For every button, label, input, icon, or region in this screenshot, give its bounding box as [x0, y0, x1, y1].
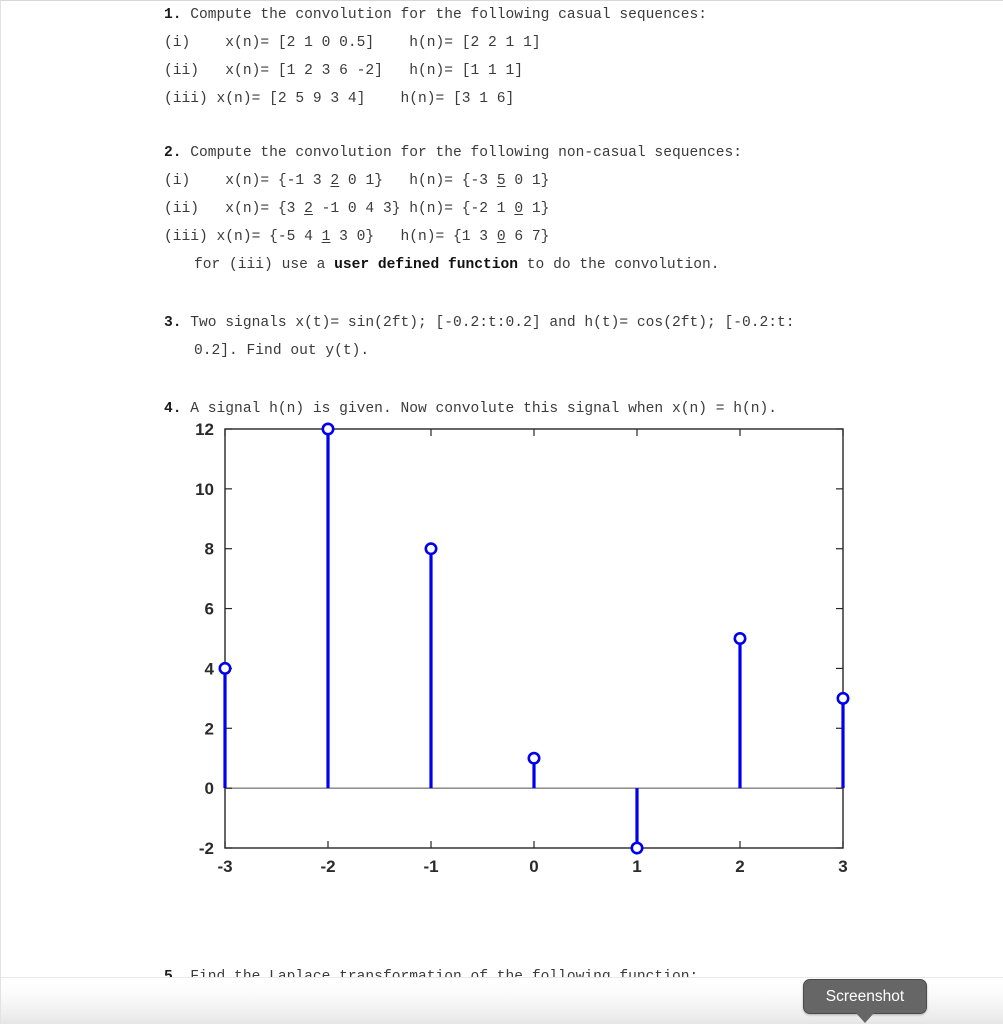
seq2-row3-label: (iii) x(n)= {-5 4 [164, 229, 322, 245]
x-tick-label: 1 [632, 857, 641, 876]
plot-x-tick-labels: -3 -2 -1 0 1 2 3 [217, 857, 847, 876]
seq2-row2-mid: -1 0 4 3} h(n)= {-2 1 [312, 201, 515, 217]
x-tick-label: -1 [423, 857, 438, 876]
problem-2-note-strong: user defined function [334, 257, 519, 273]
seq2-row2-origin-h: 0 [514, 201, 524, 217]
stem-marker [733, 632, 747, 646]
problem-5-number: 5. [164, 969, 182, 985]
problem-4-title-text: A signal h(n) is given. Now convolute th… [181, 401, 778, 417]
y-tick-label: 0 [205, 779, 214, 798]
equation-term-1: -1.25+3.5te [228, 1002, 348, 1022]
x-tick-label: -2 [320, 857, 335, 876]
problem-2-note: for (iii) use a user defined function to… [164, 251, 984, 279]
y-tick-label: -2 [199, 839, 214, 858]
x-tick-label: 2 [735, 857, 744, 876]
problem-2-number: 2. [164, 145, 182, 161]
screenshot-tooltip[interactable]: Screenshot [803, 979, 927, 1023]
problem-2-title-text: Compute the convolution for the followin… [181, 145, 743, 161]
problem-2-item-i: (i) x(n)= {-1 3 2 0 1} h(n)= {-3 5 0 1} [164, 167, 984, 195]
problem-2-title: 2. Compute the convolution for the follo… [164, 139, 984, 167]
y-tick-label: 6 [205, 600, 214, 619]
screenshot-tooltip-label: Screenshot [825, 987, 905, 1005]
x-tick-label: -3 [217, 857, 232, 876]
problem-3-line-1-text: Two signals x(t)= sin(2ft); [-0.2:t:0.2]… [181, 315, 795, 331]
stem-marker [424, 542, 438, 556]
y-tick-label: 10 [195, 480, 214, 499]
equation-plus: + [367, 999, 390, 1021]
seq2-row3-mid: 3 0} h(n)= {1 3 [330, 229, 497, 245]
seq2-row2-end: 1} [523, 201, 550, 217]
problem-2-item-ii: (ii) x(n)= {3 2 -1 0 4 3} h(n)= {-2 1 0 … [164, 195, 984, 223]
problem-2-item-iii: (iii) x(n)= {-5 4 1 3 0} h(n)= {1 3 0 6 … [164, 223, 984, 251]
problem-3-number: 3. [164, 315, 182, 331]
problem-1-number: 1. [164, 7, 182, 23]
equation-lhs: f(t)= [164, 1002, 229, 1022]
x-tick-label: 0 [529, 857, 538, 876]
seq2-row1-origin-x: 2 [330, 173, 340, 189]
equation-term-1-exponent: -2t [347, 1001, 368, 1013]
equation-term-2: 1.25e [389, 999, 433, 1021]
problem-1: 1. Compute the convolution for the follo… [164, 1, 984, 113]
seq2-row1-origin-h: 5 [496, 173, 506, 189]
y-tick-label: 4 [205, 659, 215, 678]
stem-marker [630, 841, 644, 855]
problem-4-number: 4. [164, 401, 182, 417]
problem-1-item-i: (i) x(n)= [2 1 0 0.5] h(n)= [2 2 1 1] [164, 35, 541, 51]
problem-3-line-2: 0.2]. Find out y(t). [194, 343, 370, 359]
seq2-row1-end: 0 1} [505, 173, 550, 189]
x-tick-label: 3 [838, 857, 847, 876]
problem-1-title: 1. Compute the convolution for the follo… [164, 1, 984, 29]
tooltip-pointer-icon [856, 1013, 874, 1023]
stem-marker [527, 751, 541, 765]
seq2-row3-end: 6 7} [505, 229, 550, 245]
stem-marker [321, 422, 335, 436]
problem-1-item-ii: (ii) x(n)= [1 2 3 6 -2] h(n)= [1 1 1] [164, 63, 524, 79]
problem-2-note-prefix: for (iii) use a [194, 257, 335, 273]
seq2-row2-origin-x: 2 [304, 201, 313, 217]
y-tick-label: 2 [205, 719, 214, 738]
problem-5-title-text: Find the Laplace transformation of the f… [181, 969, 699, 985]
problem-3: 3. Two signals x(t)= sin(2ft); [-0.2:t:0… [164, 309, 984, 365]
problem-3-line-1: 3. Two signals x(t)= sin(2ft); [-0.2:t:0… [164, 309, 984, 337]
stem-plot: -2 0 2 4 6 8 10 12 -3 -2 -1 0 1 2 3 [1, 416, 1003, 886]
seq2-row1-mid: 0 1} h(n)= {-3 [339, 173, 497, 189]
document-page: 1. Compute the convolution for the follo… [0, 0, 1003, 1024]
seq2-row3-origin-h: 0 [496, 229, 506, 245]
problem-2: 2. Compute the convolution for the follo… [164, 139, 984, 279]
plot-y-tick-labels: -2 0 2 4 6 8 10 12 [195, 420, 214, 858]
stem-plot-svg: -2024681012 -3 -2 -1 0 1 2 3 [195, 420, 850, 876]
problem-1-title-text: Compute the convolution for the followin… [181, 7, 707, 23]
stem-marker [836, 691, 850, 705]
y-tick-label: 12 [195, 420, 214, 439]
seq2-row2-label: (ii) x(n)= {3 [164, 201, 305, 217]
equation-term-2-exponent: -2t [432, 1000, 446, 1012]
document-content: 1. Compute the convolution for the follo… [164, 1, 984, 423]
seq2-row1-label: (i) x(n)= {-1 3 [164, 173, 331, 189]
problem-1-item-iii: (iii) x(n)= [2 5 9 3 4] h(n)= [3 1 6] [164, 91, 515, 107]
problem-2-note-suffix: to do the convolution. [518, 257, 720, 273]
y-tick-label: 8 [205, 540, 214, 559]
stem-marker [218, 661, 232, 675]
